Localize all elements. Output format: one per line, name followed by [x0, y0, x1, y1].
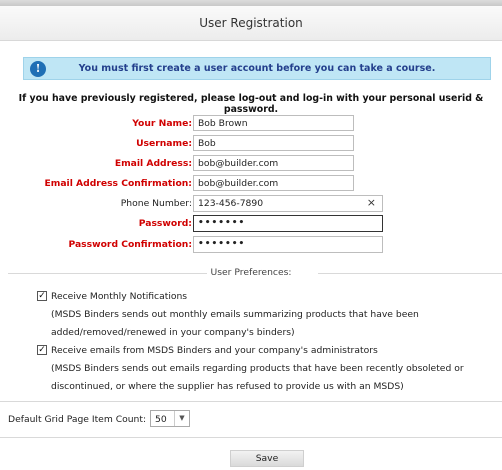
admin-emails-desc-line1: (MSDS Binders sends out emails regarding…	[51, 363, 464, 374]
monthly-desc-line1: (MSDS Binders sends out monthly emails s…	[51, 309, 419, 320]
clear-icon[interactable]: ×	[367, 197, 376, 208]
password-confirm-label: Password Confirmation:	[68, 239, 192, 250]
preferences-heading: User Preferences:	[0, 267, 502, 278]
your-name-label: Your Name:	[132, 118, 192, 129]
monthly-notifications-label: Receive Monthly Notifications	[51, 291, 188, 302]
admin-emails-checkbox[interactable]: ✓	[37, 345, 47, 355]
your-name-input[interactable]: Bob Brown	[193, 115, 354, 131]
login-notice: If you have previously registered, pleas…	[18, 93, 484, 115]
grid-count-select[interactable]: 50 ▼	[150, 410, 190, 427]
preferences-heading-text: User Preferences:	[206, 267, 296, 278]
email-row: Email Address: bob@builder.com	[0, 155, 502, 173]
window-title: User Registration	[199, 16, 303, 30]
username-input[interactable]: Bob	[193, 135, 354, 151]
save-button[interactable]: Save	[230, 450, 304, 467]
grid-count-value: 50	[155, 414, 167, 425]
grid-count-label: Default Grid Page Item Count:	[8, 414, 147, 425]
email-confirm-row: Email Address Confirmation: bob@builder.…	[0, 175, 502, 193]
admin-emails-label: Receive emails from MSDS Binders and you…	[51, 345, 378, 356]
monthly-desc-line2: added/removed/renewed in your company's …	[51, 327, 295, 338]
email-label: Email Address:	[114, 158, 192, 169]
password-confirm-input[interactable]: •••••••	[193, 236, 383, 253]
title-bar: User Registration	[0, 6, 502, 41]
password-row: Password: •••••••	[0, 215, 502, 233]
your-name-row: Your Name: Bob Brown	[0, 115, 502, 133]
username-label: Username:	[136, 138, 192, 149]
info-banner: ! You must first create a user account b…	[23, 57, 491, 80]
divider-grid-top	[0, 401, 502, 402]
admin-emails-desc-line2: discontinued, or where the supplier has …	[51, 381, 404, 392]
password-label: Password:	[138, 218, 192, 229]
email-confirm-label: Email Address Confirmation:	[44, 178, 193, 189]
password-input[interactable]: •••••••	[193, 215, 383, 232]
username-row: Username: Bob	[0, 135, 502, 153]
password-confirm-row: Password Confirmation: •••••••	[0, 236, 502, 254]
email-confirm-input[interactable]: bob@builder.com	[193, 175, 354, 191]
monthly-notifications-checkbox[interactable]: ✓	[37, 291, 47, 301]
phone-value: 123-456-7890	[198, 198, 264, 209]
info-message: You must first create a user account bef…	[78, 63, 436, 74]
phone-input[interactable]: 123-456-7890 ×	[193, 195, 383, 212]
phone-label: Phone Number:	[120, 198, 192, 209]
divider-bottom	[0, 437, 502, 438]
chevron-down-icon[interactable]: ▼	[174, 411, 189, 426]
email-input[interactable]: bob@builder.com	[193, 155, 354, 171]
phone-row: Phone Number: 123-456-7890 ×	[0, 195, 502, 213]
